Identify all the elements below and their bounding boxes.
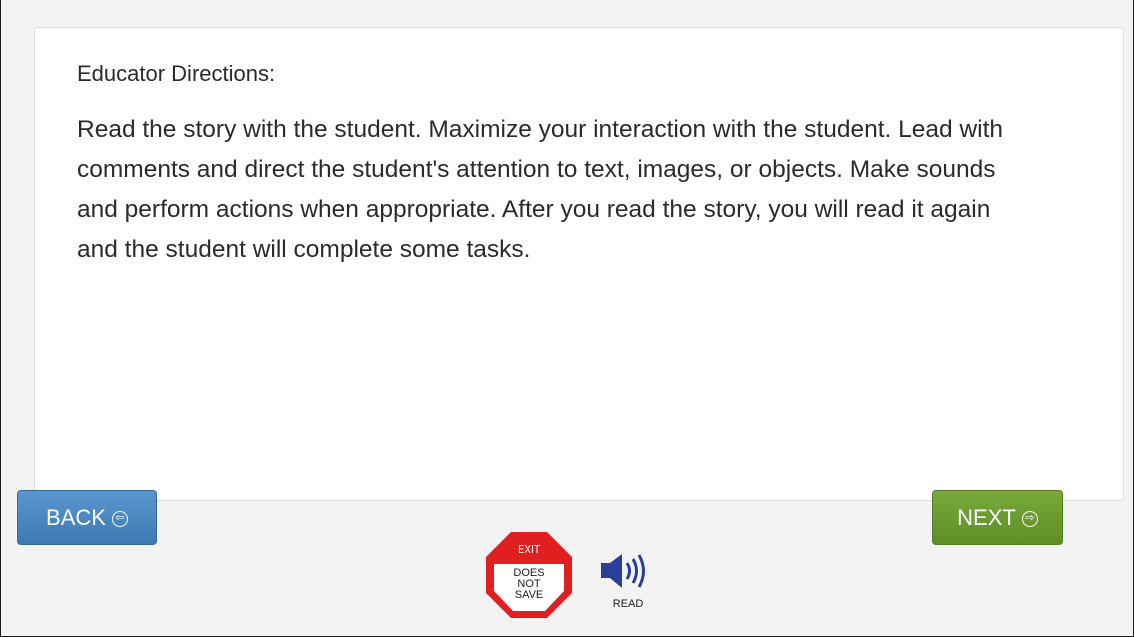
next-arrow-icon: ⇨ [1021,510,1038,527]
speaker-icon [601,554,645,588]
back-arrow-icon: ⇦ [111,510,128,527]
exit-button[interactable]: EXIT DOES NOT SAVE [485,531,573,619]
back-button-label: BACK [46,504,106,530]
exit-label: EXIT [518,543,540,556]
directions-text: Read the story with the student. Maximiz… [77,116,1004,263]
next-button-label: NEXT [957,504,1016,530]
directions-title: Educator Directions: [77,61,276,86]
does-not-save-text: DOES NOT SAVE [485,568,573,601]
back-button[interactable]: BACK ⇦ [17,490,157,545]
read-label: READ [612,598,644,610]
read-aloud-button[interactable]: READ [598,550,658,616]
does-not-save-line-3: SAVE [514,589,544,601]
next-button[interactable]: NEXT ⇨ [932,490,1063,545]
